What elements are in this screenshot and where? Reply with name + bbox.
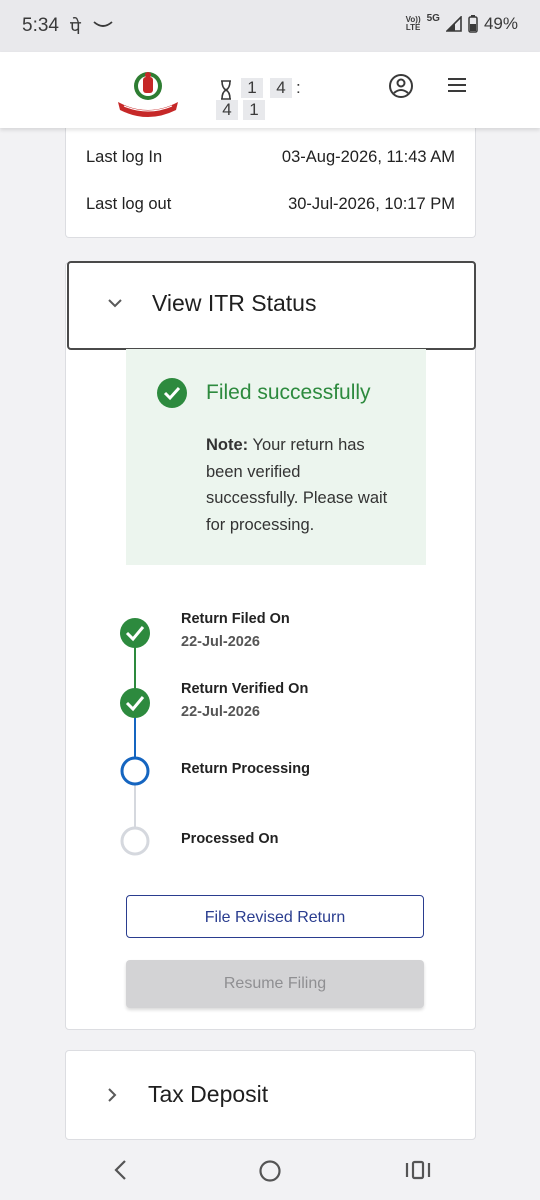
timer-digit: 1 xyxy=(241,78,263,98)
step-done-icon xyxy=(120,618,150,648)
step-current-icon xyxy=(120,756,150,786)
last-login-row: Last log In 03-Aug-2026, 11:43 AM xyxy=(86,148,455,167)
tax-deposit-title: Tax Deposit xyxy=(148,1081,269,1107)
step-title: Processed On xyxy=(181,831,279,847)
menu-icon[interactable] xyxy=(446,76,468,94)
resume-filing-button[interactable]: Resume Filing xyxy=(126,960,424,1008)
itr-status-card: View ITR Status Filed successfully Note:… xyxy=(65,261,476,1030)
status-timeline xyxy=(120,618,150,856)
battery-percent: 49% xyxy=(483,14,518,33)
status-time: 5:34 xyxy=(22,15,59,36)
home-icon[interactable] xyxy=(258,1159,282,1183)
timer-digit: 1 xyxy=(243,100,265,120)
status-indicators: Vo)) LTE 5G 49% xyxy=(405,12,518,34)
last-logout-label: Last log out xyxy=(86,195,172,213)
step-done-icon xyxy=(120,688,150,718)
step-pending-icon xyxy=(120,826,150,856)
hourglass-icon xyxy=(221,80,231,100)
step-title: Return Processing xyxy=(181,761,310,777)
step-date: 22-Jul-2026 xyxy=(181,704,260,720)
last-login-value: 03-Aug-2026, 11:43 AM xyxy=(281,148,455,166)
battery-icon xyxy=(468,15,478,33)
timer-digit: 4 xyxy=(270,78,292,98)
signal-icon xyxy=(445,16,462,32)
step-title: Return Filed On xyxy=(181,611,290,627)
volte-indicator: Vo)) LTE xyxy=(405,15,421,32)
last-login-label: Last log In xyxy=(86,148,163,166)
status-bar: 5:34 पे Vo)) LTE 5G 49% xyxy=(0,0,540,52)
login-info-card: Last log In 03-Aug-2026, 11:43 AM Last l… xyxy=(65,120,476,238)
income-tax-logo[interactable] xyxy=(114,66,182,118)
network-5g-label: 5G xyxy=(426,12,440,24)
profile-icon[interactable] xyxy=(388,73,414,99)
timer-separator: : xyxy=(296,78,301,97)
tax-deposit-accordion-header[interactable]: Tax Deposit xyxy=(65,1050,476,1140)
back-icon[interactable] xyxy=(112,1159,128,1181)
app-header: 1 4 : 4 1 xyxy=(0,52,540,128)
notification-icon xyxy=(93,21,113,27)
last-logout-row: Last log out 30-Jul-2026, 10:17 PM xyxy=(86,195,455,214)
system-nav-bar xyxy=(0,1140,540,1200)
file-revised-return-button[interactable]: File Revised Return xyxy=(126,895,424,938)
chevron-right-icon xyxy=(108,1088,117,1102)
last-logout-value: 30-Jul-2026, 10:17 PM xyxy=(288,195,455,213)
step-title: Return Verified On xyxy=(181,681,309,697)
step-date: 22-Jul-2026 xyxy=(181,634,260,650)
timer-digit: 4 xyxy=(216,100,238,120)
recents-icon[interactable] xyxy=(405,1160,431,1180)
status-payment-indicator: पे xyxy=(70,18,81,39)
